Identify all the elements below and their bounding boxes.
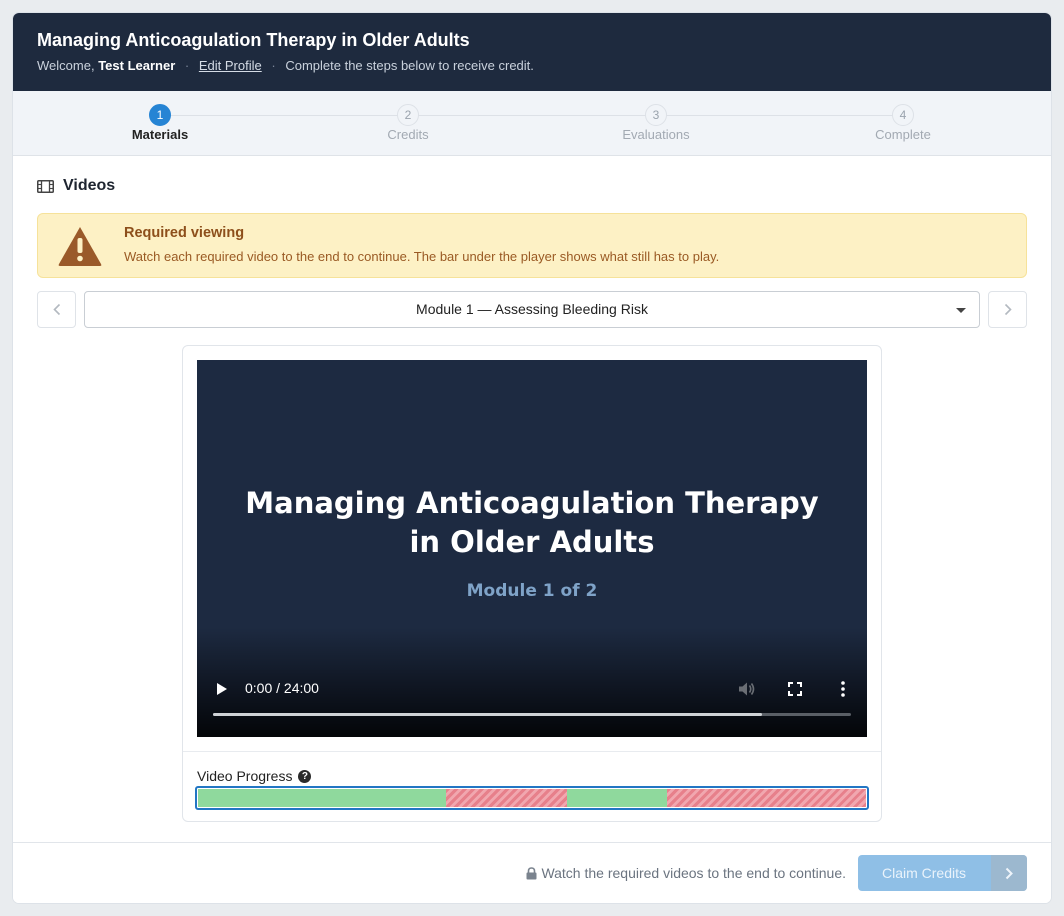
video-progress-segments [198,789,866,807]
next-module-button[interactable] [988,291,1027,328]
step-number: 4 [892,104,914,126]
section-title-text: Videos [63,177,116,194]
progress-segment-unwatched [446,789,568,807]
previous-module-button[interactable] [37,291,76,328]
course-header: Managing Anticoagulation Therapy in Olde… [13,13,1051,91]
footer-message-text: Watch the required videos to the end to … [541,865,846,881]
progress-segment-unwatched [666,789,866,807]
video-player-card: Managing Anticoagulation Therapy in Olde… [182,345,882,822]
footer-message: Watch the required videos to the end to … [526,865,846,881]
step-label: Materials [131,127,189,142]
progress-steps: 1 Materials 2 Credits 3 Evaluations 4 Co… [13,91,1051,156]
module-select-value: Module 1 — Assessing Bleeding Risk [416,301,648,317]
video-time: 0:00 / 24:00 [245,680,319,696]
video-progress-bar [195,786,869,810]
chevron-right-icon [1004,303,1012,316]
play-icon [217,683,227,695]
claim-credits-button[interactable]: Claim Credits [858,855,1027,891]
warning-triangle-icon [58,227,102,266]
welcome-prefix: Welcome, [37,58,95,73]
film-icon [37,179,54,193]
fullscreen-icon [788,682,802,696]
chevron-right-icon [991,855,1027,891]
caret-down-icon [956,308,966,313]
step-materials[interactable]: 1 Materials [85,104,235,142]
separator-dot: · [271,58,276,73]
alert-title: Required viewing [124,225,245,241]
alert-text: Watch each required video to the end to … [124,249,720,264]
seek-bar[interactable] [213,713,851,716]
video-subtitle: Module 1 of 2 [466,581,598,601]
seek-bar-buffered [213,713,762,716]
edit-profile-link[interactable]: Edit Profile [199,58,262,73]
progress-segment-watched [198,789,447,807]
step-number: 2 [397,104,419,126]
step-credits[interactable]: 2 Credits [333,104,483,142]
more-options-button[interactable] [831,678,855,700]
volume-icon [739,682,755,696]
step-label: Evaluations [622,127,690,142]
step-evaluations[interactable]: 3 Evaluations [581,104,731,142]
video-title-line-1: Managing Anticoagulation Therapy [245,486,819,520]
chevron-left-icon [52,303,60,316]
player-divider [183,751,881,752]
course-card: Managing Anticoagulation Therapy in Olde… [13,13,1051,903]
step-number: 3 [645,104,667,126]
required-viewing-alert: Required viewing Watch each required vid… [37,213,1027,278]
header-instruction: Complete the steps below to receive cred… [285,58,534,73]
videos-section-title: Videos [37,177,115,195]
video-player[interactable]: Managing Anticoagulation Therapy in Olde… [197,360,867,737]
step-number: 1 [149,104,171,126]
question-circle-icon[interactable]: ? [298,769,312,783]
play-button[interactable] [211,678,233,700]
step-label: Complete [875,127,931,142]
step-complete[interactable]: 4 Complete [828,104,978,142]
progress-segment-watched [567,789,667,807]
footer-bar: Watch the required videos to the end to … [13,842,1051,903]
steps-connector [161,115,903,116]
lock-icon [526,866,537,879]
header-subline: Welcome, Test Learner · Edit Profile · C… [37,58,534,73]
course-title: Managing Anticoagulation Therapy in Olde… [37,30,470,50]
more-vertical-icon [841,681,845,697]
mute-button[interactable] [735,678,759,700]
video-progress-label-text: Video Progress [197,768,293,784]
step-label: Credits [387,127,429,142]
video-title-slide: Managing Anticoagulation Therapy in Olde… [197,484,867,562]
fullscreen-button[interactable] [783,678,807,700]
user-name: Test Learner [98,58,176,73]
separator-dot: · [184,58,190,73]
video-title-line-2: in Older Adults [409,525,655,559]
claim-credits-label: Claim Credits [881,865,966,881]
module-select[interactable]: Module 1 — Assessing Bleeding Risk [84,291,980,328]
video-progress-label: Video Progress ? [197,768,312,784]
